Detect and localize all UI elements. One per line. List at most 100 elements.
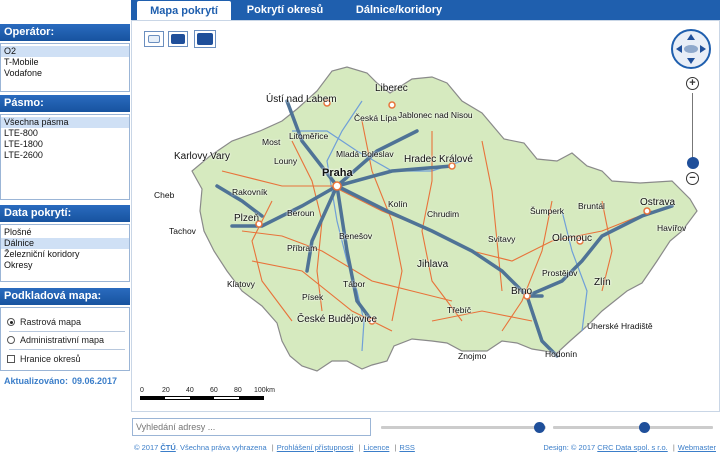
radio-administrativni-label: Administrativní mapa [20,334,105,345]
city-label: Bruntál [578,201,605,211]
city-label: Znojmo [458,351,487,361]
tab-pokryti-okresu[interactable]: Pokrytí okresů [239,0,331,20]
city-label: Liberec [375,83,408,94]
operator-item-o2[interactable]: O2 [1,46,129,57]
operator-heading: Operátor: [0,24,130,41]
city-label: Uherské Hradiště [587,321,653,331]
address-search-input[interactable] [132,418,371,436]
pasmo-item-lte-1800[interactable]: LTE-1800 [1,139,129,150]
updated-label: Aktualizováno: [4,376,69,386]
radio-administrativni[interactable]: Administrativní mapa [7,334,104,346]
data-pokryti-heading: Data pokrytí: [0,205,130,222]
city-label: Mladá Boleslav [336,149,394,159]
operator-item-t-mobile[interactable]: T-Mobile [1,57,129,68]
scale-label: 0 [140,387,144,394]
divider [9,349,125,350]
podkladova-panel: Rastrová mapa Administrativní mapa Hrani… [0,307,130,371]
pasmo-list: Všechna pásma LTE-800 LTE-1800 LTE-2600 [0,114,130,200]
opacity-slider-b[interactable] [553,422,713,433]
data-pokryti-item-okresy[interactable]: Okresy [1,260,129,271]
radio-rastrova-label: Rastrová mapa [20,316,82,327]
pasmo-item-lte-800[interactable]: LTE-800 [1,128,129,139]
city-label: Litoměřice [289,131,329,141]
scale-label: 40 [186,387,194,394]
data-pokryti-item-plosne[interactable]: Plošné [1,227,129,238]
city-label: Louny [274,156,298,166]
city-label: Ostrava [640,197,676,208]
opacity-slider-a-thumb[interactable] [534,422,545,433]
zoom-out-button[interactable]: − [686,172,699,185]
city-label: Jablonec nad Nisou [398,110,473,120]
city-label: Třebíč [447,305,472,315]
view-mode-large-button[interactable] [194,30,216,48]
pasmo-item-vsechna[interactable]: Všechna pásma [1,117,129,128]
zoom-track[interactable] [692,93,693,163]
city-label: Hodonín [545,349,578,359]
view-mode-medium-button[interactable] [168,31,188,47]
city-label: Beroun [287,208,315,218]
city-label: Zlín [594,277,611,288]
zoom-slider-thumb[interactable] [687,157,699,169]
tab-mapa-pokryti[interactable]: Mapa pokrytí [137,1,231,20]
footer-design: Design: © 2017 [543,443,596,452]
scale-label: 80 [234,387,242,394]
scale-label: 60 [210,387,218,394]
radio-rastrova[interactable]: Rastrová mapa [7,316,81,328]
footer-link-pristupnost[interactable]: Prohlášení přístupnosti [277,443,354,452]
city-label: Tábor [343,279,366,289]
footer-link-rss[interactable]: RSS [399,443,414,452]
footer-ctu-link[interactable]: ČTÚ [160,443,175,452]
city-label: Příbram [287,243,318,253]
opacity-slider-a[interactable] [381,422,546,433]
city-label: Klatovy [227,279,255,289]
podkladova-heading: Podkladová mapa: [0,288,130,305]
radio-rastrova-dot[interactable] [7,318,15,326]
pan-arrows-icon[interactable] [673,31,709,67]
city-label: Svitavy [488,234,516,244]
checkbox-hranice-label: Hranice okresů [20,353,81,364]
tab-dalnice-koridory[interactable]: Dálnice/koridory [345,0,453,20]
footer-right: Design: © 2017 CRC Data spol. s r.o. | We… [543,443,716,452]
city-label: Karlovy Vary [174,151,230,162]
zoom-in-button[interactable]: + [686,77,699,90]
city-label: Jihlava [417,259,449,270]
city-label: Ústí nad Labem [266,94,337,105]
city-label: Písek [302,292,324,302]
opacity-slider-b-thumb[interactable] [639,422,650,433]
scale-label: 20 [162,387,170,394]
footer-rights: . Všechna práva vyhrazena [175,443,267,452]
city-label: Hradec Králové [404,154,473,165]
footer-copyright: © 2017 [134,443,159,452]
pan-control[interactable] [671,29,711,69]
footer-crc-link[interactable]: CRC Data spol. s r.o. [597,443,667,452]
view-mode-small-button[interactable] [144,31,164,47]
scale-label: 100km [254,387,276,394]
divider [9,331,125,332]
city-label: Rakovník [232,187,268,197]
data-pokryti-list: Plošné Dálnice Železniční koridory Okres… [0,224,130,282]
city-label: Cheb [154,190,175,200]
map-canvas[interactable] [132,21,720,412]
city-label: Šumperk [530,206,565,216]
coverage-map[interactable]: + − Ústí nad Labem Liberec Česká Lípa Ja… [131,20,720,412]
checkbox-hranice-box[interactable] [7,355,15,363]
checkbox-hranice-okresu[interactable]: Hranice okresů [7,353,81,365]
operator-item-vodafone[interactable]: Vodafone [1,68,129,79]
top-tab-bar: Mapa pokrytí Pokrytí okresů Dálnice/kori… [131,0,720,20]
radio-administrativni-dot[interactable] [7,336,15,344]
scale-bar [140,396,264,400]
city-label: Brno [511,286,533,297]
footer-webmaster-link[interactable]: Webmaster [678,443,716,452]
footer-left: © 2017 ČTÚ. Všechna práva vyhrazena | Pro… [134,443,415,452]
city-label: Praha [322,167,353,179]
data-pokryti-item-dalnice[interactable]: Dálnice [1,238,129,249]
city-label: Prostějov [542,268,578,278]
footer-link-licence[interactable]: Licence [364,443,390,452]
city-label: Chrudim [427,209,460,219]
data-pokryti-item-zeleznicni[interactable]: Železniční koridory [1,249,129,260]
pasmo-item-lte-2600[interactable]: LTE-2600 [1,150,129,161]
city-label: Plzeň [234,213,260,224]
city-label: Tachov [169,226,196,236]
city-label: Havířov [657,223,687,233]
city-label: Kolín [388,199,408,209]
